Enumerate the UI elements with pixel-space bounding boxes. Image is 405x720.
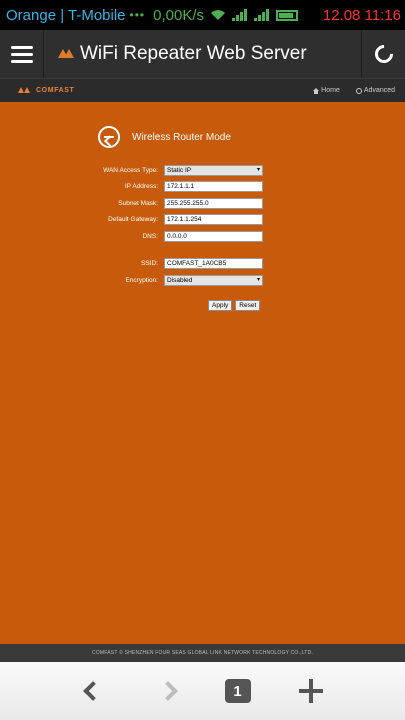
tab-count: 1 xyxy=(224,679,251,703)
back-arrow-icon[interactable] xyxy=(98,126,120,148)
gear-icon xyxy=(355,87,362,94)
form-row: Default Gateway: 172.1.1.254 xyxy=(60,212,280,229)
form-row: IP Address: 172.1.1.1 xyxy=(60,179,280,196)
home-icon xyxy=(313,87,320,94)
brand-name: COMFAST xyxy=(36,87,75,94)
comfast-logo-icon xyxy=(18,87,32,94)
nav-links: Home Advanced xyxy=(313,87,395,94)
refresh-button[interactable] xyxy=(361,30,405,78)
wan-access-type-select[interactable]: Static IP xyxy=(164,164,263,176)
notification-dots: ••• xyxy=(129,8,146,22)
wifi-signal-icon xyxy=(210,9,226,21)
browser-bottom-nav: 1 xyxy=(0,662,405,720)
browser-back-button[interactable] xyxy=(55,662,130,720)
form-row: Subnet Mask: 255.255.255.0 xyxy=(60,195,280,212)
page-footer: COMFAST © SHENZHEN FOUR SEAS GLOBAL LINK… xyxy=(0,644,405,662)
menu-button[interactable] xyxy=(0,30,44,78)
nav-link-advanced[interactable]: Advanced xyxy=(355,87,395,94)
encryption-select[interactable]: Disabled xyxy=(164,274,263,286)
carrier-name: Orange | T-Mobile xyxy=(6,6,126,24)
network-speed: 0,00K/s xyxy=(153,6,204,24)
dns-label: DNS: xyxy=(142,232,158,240)
main-content: Wireless Router Mode WAN Access Type: St… xyxy=(0,102,405,644)
cell-signal-icon xyxy=(232,9,248,21)
top-nav: COMFAST Home Advanced xyxy=(0,78,405,102)
wan-access-type-label: WAN Access Type: xyxy=(103,166,158,174)
nav-link-home[interactable]: Home xyxy=(313,87,340,94)
page-title: Wireless Router Mode xyxy=(132,131,231,143)
chevron-right-icon xyxy=(157,681,178,701)
status-bar: Orange | T-Mobile ••• 0,00K/s 12.08 11:1… xyxy=(0,0,405,30)
dns-field[interactable]: 0.0.0.0 xyxy=(164,230,263,242)
settings-form: WAN Access Type: Static IP IP Address: 1… xyxy=(60,162,280,289)
reset-button[interactable]: Reset xyxy=(235,300,261,311)
ip-address-field[interactable]: 172.1.1.1 xyxy=(164,181,263,193)
default-gateway-label: Default Gateway: xyxy=(108,216,158,224)
form-row: SSID: COMFAST_1A0CB5 xyxy=(60,256,280,273)
refresh-icon xyxy=(370,41,397,67)
form-row: WAN Access Type: Static IP xyxy=(60,162,280,179)
plus-icon xyxy=(298,679,323,703)
app-bar: WiFi Repeater Web Server xyxy=(0,30,405,78)
mode-header: Wireless Router Mode xyxy=(98,126,231,148)
tabs-button[interactable]: 1 xyxy=(200,662,275,720)
subnet-mask-label: Subnet Mask: xyxy=(118,199,158,207)
ip-address-label: IP Address: xyxy=(124,183,158,191)
battery-icon xyxy=(276,9,298,21)
apply-button[interactable]: Apply xyxy=(208,300,233,311)
encryption-label: Encryption: xyxy=(125,276,158,284)
form-buttons: Apply Reset xyxy=(208,300,261,311)
brand-logo: COMFAST xyxy=(18,87,74,94)
ssid-field[interactable]: COMFAST_1A0CB5 xyxy=(164,258,263,270)
subnet-mask-field[interactable]: 255.255.255.0 xyxy=(164,197,263,209)
hamburger-icon xyxy=(10,45,33,49)
nav-link-home-label: Home xyxy=(321,87,340,94)
app-logo-icon xyxy=(58,49,74,59)
app-title: WiFi Repeater Web Server xyxy=(80,43,307,64)
nav-link-advanced-label: Advanced xyxy=(363,87,395,94)
ssid-label: SSID: xyxy=(141,260,158,268)
form-row: DNS: 0.0.0.0 xyxy=(60,228,280,245)
default-gateway-field[interactable]: 172.1.1.254 xyxy=(164,214,263,226)
status-clock: 12.08 11:16 xyxy=(322,6,401,24)
form-row: Encryption: Disabled xyxy=(60,272,280,289)
new-tab-button[interactable] xyxy=(273,662,348,720)
cell-signal-2-icon xyxy=(254,9,270,21)
browser-forward-button[interactable] xyxy=(130,662,205,720)
chevron-left-icon xyxy=(82,681,103,701)
